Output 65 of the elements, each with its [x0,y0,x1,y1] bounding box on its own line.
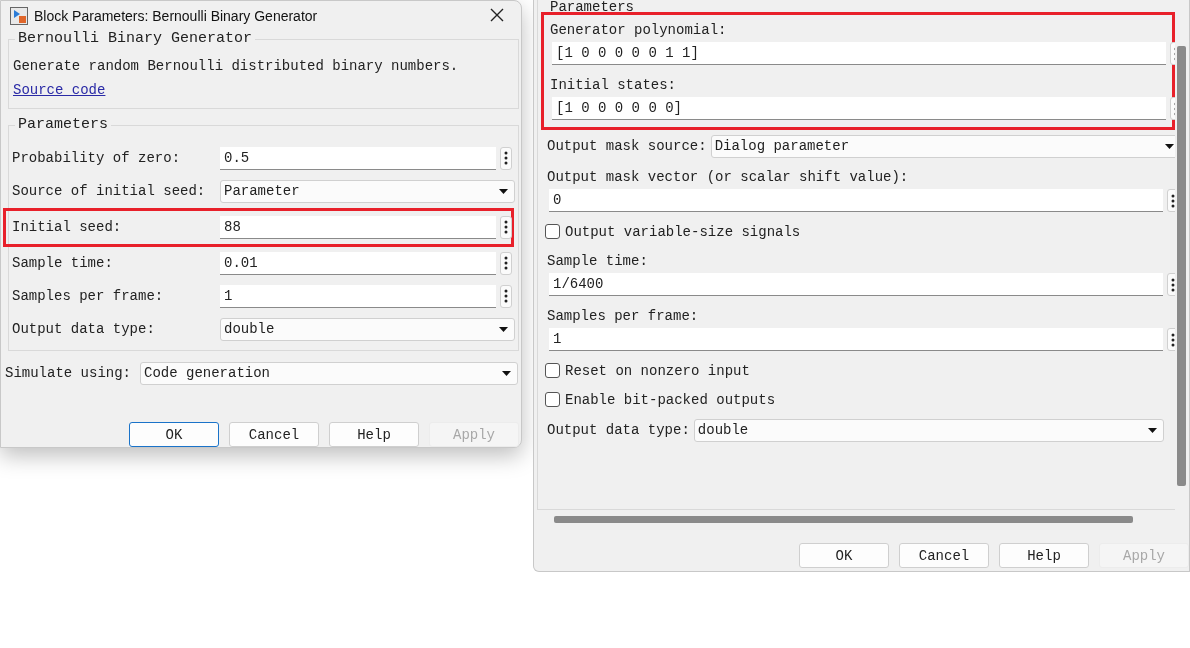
field-label: Sample time: [547,253,648,269]
dialog-button[interactable]: Cancel [229,422,319,447]
field-label: Output mask source: [547,138,707,154]
field-label: Initial states: [550,77,677,93]
checkbox[interactable] [545,224,560,239]
field-label: Probability of zero: [12,150,182,167]
dots-icon [504,151,508,166]
dialog-button[interactable]: Help [999,543,1089,568]
close-icon [489,6,505,23]
dialog-button[interactable]: Cancel [899,543,989,568]
scrollbar[interactable] [1177,46,1187,486]
parameter-menu-button[interactable] [500,251,512,275]
field-label: Sample time: [12,255,114,272]
dialog-button[interactable]: Help [329,422,419,447]
checkbox-label: Reset on nonzero input [565,362,750,379]
group-title: Bernoulli Binary Generator [15,29,256,47]
field-label: Output mask vector (or scalar shift value): [547,169,909,185]
text-field[interactable]: 0.5 [220,146,496,170]
caret-icon [1164,143,1174,149]
parameter-menu-button[interactable] [500,284,512,308]
text-field[interactable]: 1/6400 [549,273,1163,296]
field-label: Generator polynomial: [550,22,727,38]
dots-icon [1171,277,1175,292]
field-label: Simulate using: [5,365,133,382]
window-title: Block Parameters: Bernoulli Binary Generator [34,7,319,24]
scrollbar[interactable] [554,516,1133,523]
checkbox[interactable] [545,363,560,378]
checkbox[interactable] [545,392,560,407]
checkbox-label: Enable bit-packed outputs [565,391,776,408]
text-field[interactable]: 0 [549,189,1163,212]
text-field[interactable]: 1 [549,328,1163,351]
dots-icon [504,220,508,235]
dropdown[interactable]: Code generation [140,361,518,385]
field-label: Output data type: [547,422,690,438]
dots-icon [1171,332,1175,347]
text-field[interactable]: [1 0 0 0 0 0 1 1] [552,42,1166,65]
source-code-link[interactable]: Source code [13,81,106,98]
dialog-button[interactable]: OK [129,422,219,447]
dropdown[interactable]: Dialog parameter [710,134,1176,158]
field-label: Samples per frame: [547,308,699,324]
caret-icon [502,370,511,376]
checkbox-label: Output variable-size signals [565,223,801,240]
block-icon [10,6,28,25]
group-title: Parameters [549,0,635,14]
field-label: Output data type: [12,321,156,338]
caret-icon [1147,427,1157,433]
field-label: Samples per frame: [12,288,165,305]
text-field[interactable]: 1 [220,284,496,308]
parameter-menu-button[interactable] [500,146,512,170]
dropdown[interactable]: double [220,317,515,341]
dialog-button[interactable]: OK [799,543,889,568]
text-field[interactable]: [1 0 0 0 0 0 0] [552,97,1166,120]
parameter-menu-button[interactable] [500,215,512,239]
text-field[interactable]: 0.01 [220,251,496,275]
dropdown[interactable]: Parameter [220,179,515,203]
dots-icon [504,289,508,304]
text-field[interactable]: 88 [220,215,496,239]
field-label: Source of initial seed: [12,183,207,200]
description-text: Generate random Bernoulli distributed binary numbers. [13,56,460,76]
field-label: Initial seed: [12,219,123,236]
dots-icon [504,256,508,271]
dropdown[interactable]: double [693,418,1164,442]
dots-icon [1171,193,1175,208]
caret-icon [499,326,508,332]
caret-icon [499,188,508,194]
